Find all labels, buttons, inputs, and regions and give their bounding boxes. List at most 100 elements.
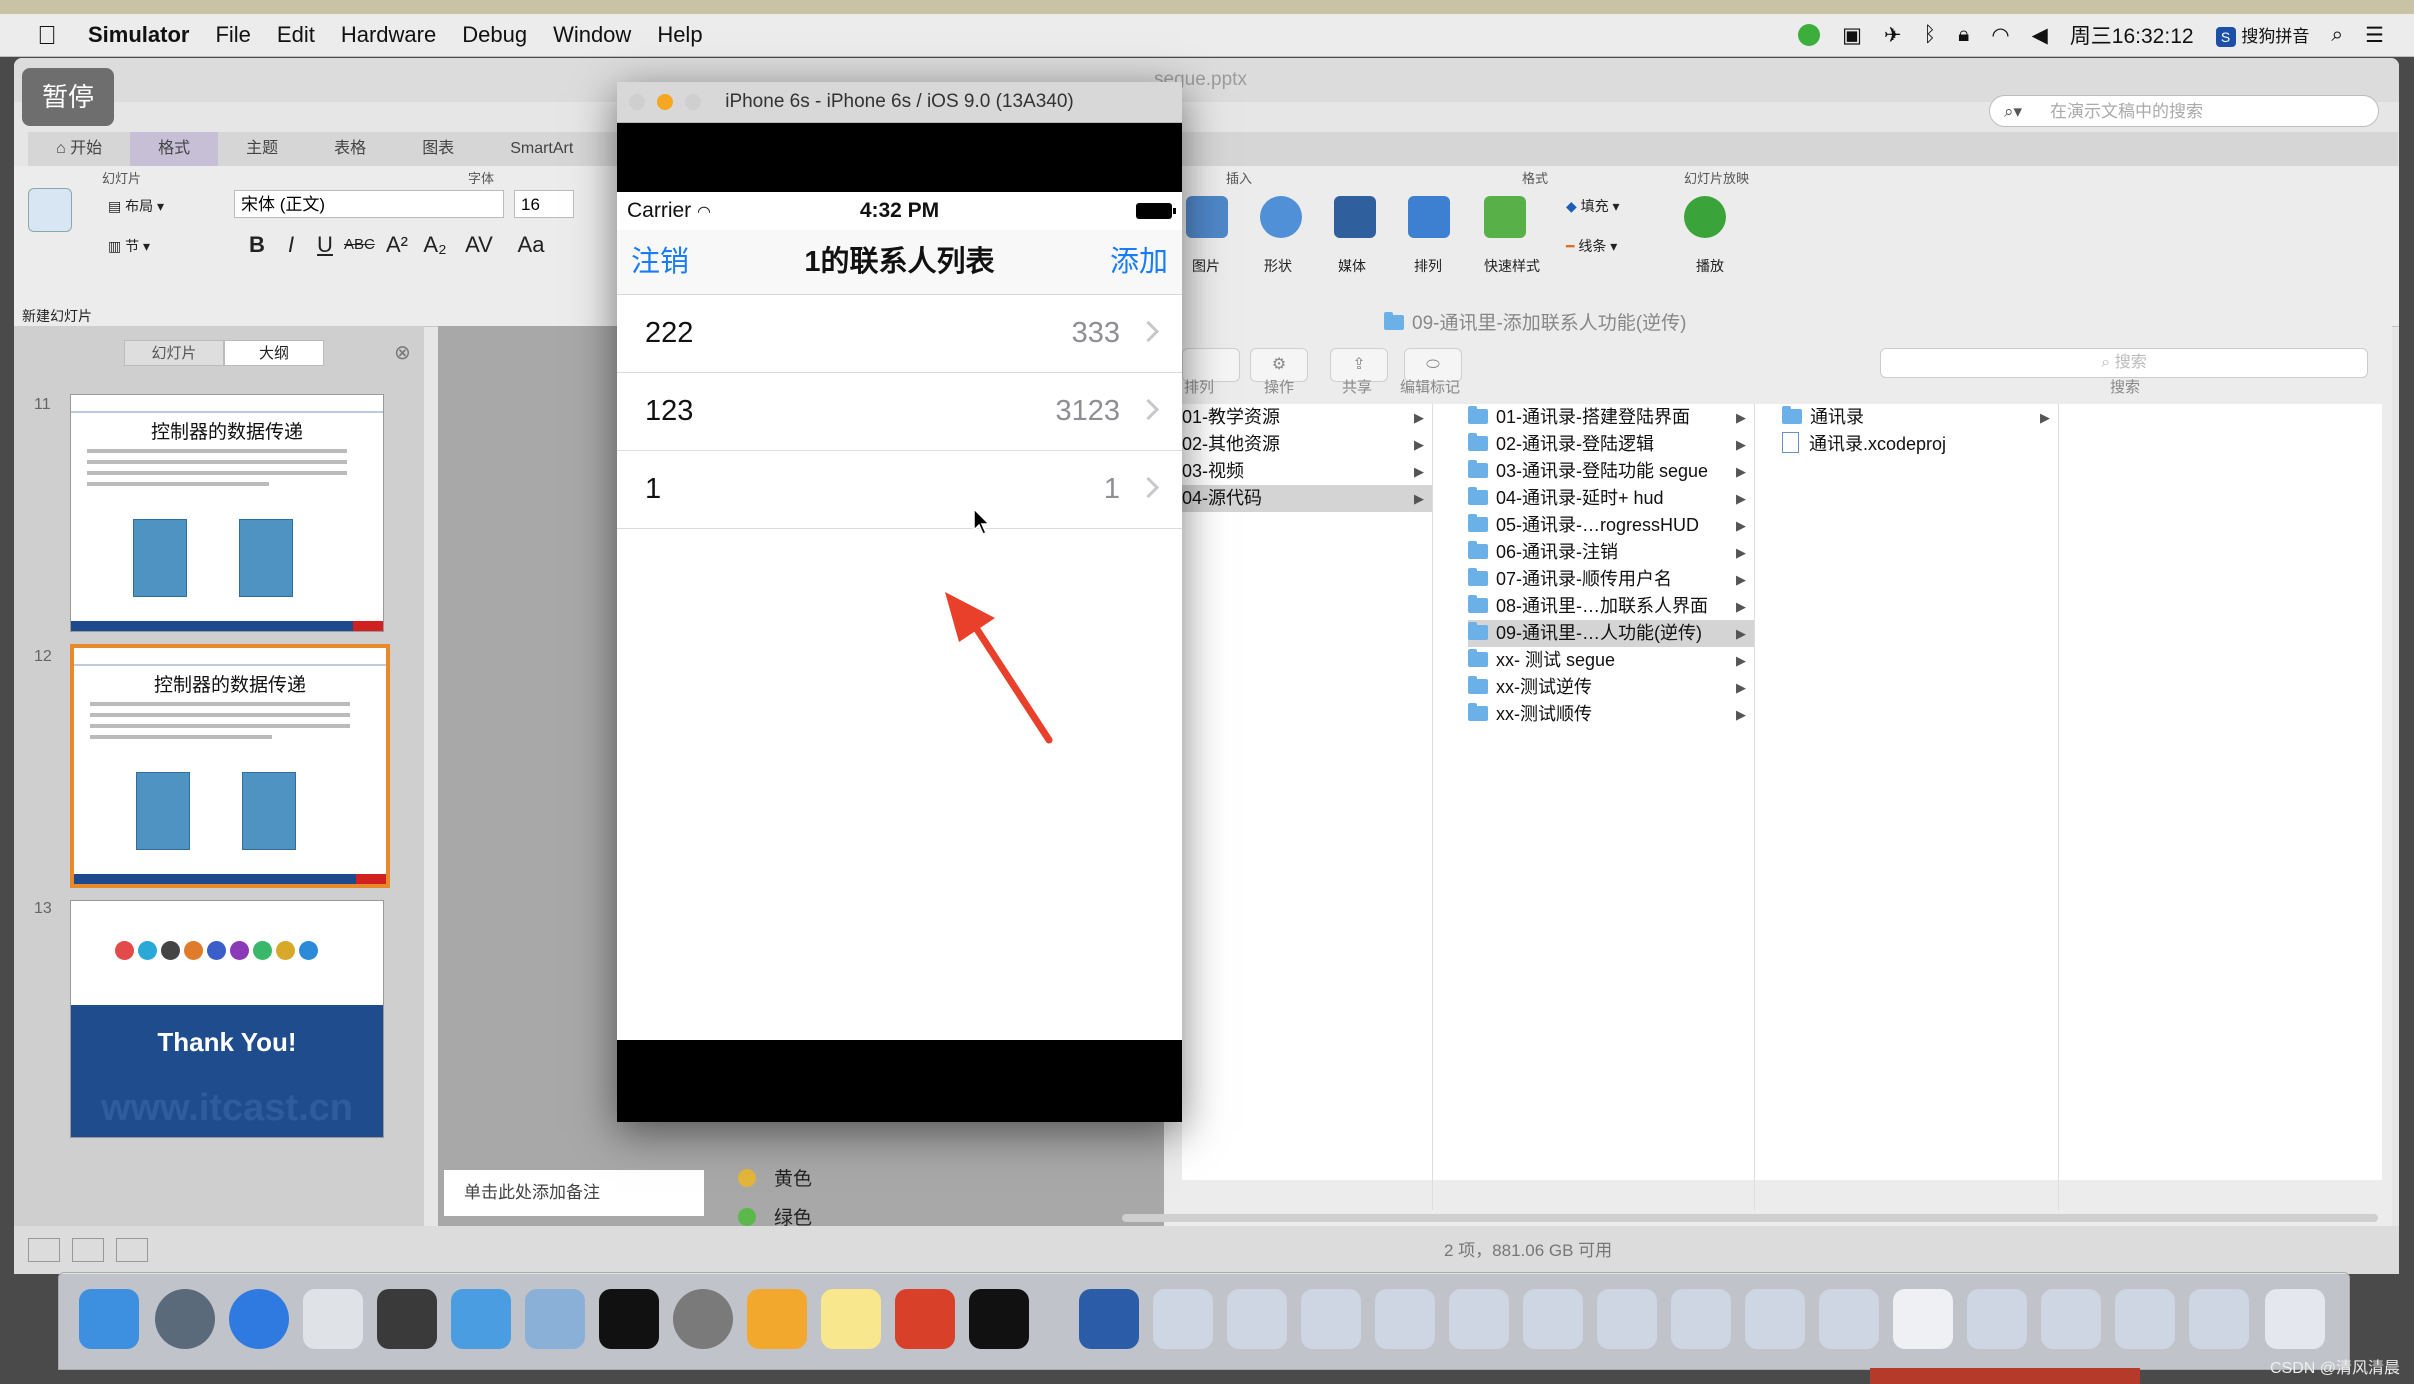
finder-row[interactable]: 通讯录 ▶ <box>1782 404 2058 431</box>
media-icon[interactable] <box>1334 196 1376 238</box>
window-thumbnail[interactable] <box>1745 1289 1805 1349</box>
strikethrough-icon[interactable]: ABC <box>344 230 375 260</box>
terminal-icon[interactable] <box>599 1289 659 1349</box>
launchpad-icon[interactable] <box>155 1289 215 1349</box>
finder-row[interactable]: 通讯录.xcodeproj <box>1782 431 2058 458</box>
window-thumbnail[interactable] <box>1301 1289 1361 1349</box>
apple-menu-icon[interactable]:  <box>24 20 70 51</box>
table-row[interactable]: 222 333 <box>617 295 1182 373</box>
console-icon[interactable] <box>969 1289 1029 1349</box>
menu-help[interactable]: Help <box>657 22 702 48</box>
quick-style-icon[interactable] <box>1484 196 1526 238</box>
finder-row-selected[interactable]: 09-通讯里-…人功能(逆传) ▶ <box>1468 620 1754 647</box>
window-thumbnail[interactable] <box>1449 1289 1509 1349</box>
picture-icon[interactable] <box>1186 196 1228 238</box>
finder-row[interactable]: 03-通讯录-登陆功能 segue ▶ <box>1468 458 1754 485</box>
view-slideshow-icon[interactable] <box>116 1238 148 1262</box>
menu-window[interactable]: Window <box>553 22 631 48</box>
tab-table[interactable]: 表格 <box>306 132 394 166</box>
finder-row[interactable]: xx-测试逆传 ▶ <box>1468 674 1754 701</box>
window-thumbnail[interactable] <box>2189 1289 2249 1349</box>
trash-icon[interactable] <box>2265 1289 2325 1349</box>
char-spacing-icon[interactable]: AV <box>464 230 494 260</box>
tab-home[interactable]: ⌂ 开始 <box>28 132 130 166</box>
tab-format[interactable]: 格式 <box>130 132 219 166</box>
finder-row[interactable]: 03-视频 ▶ <box>1182 458 1432 485</box>
menu-file[interactable]: File <box>215 22 250 48</box>
close-panel-icon[interactable]: ⊗ <box>394 340 411 365</box>
tab-theme[interactable]: 主题 <box>218 132 306 166</box>
horizontal-scrollbar[interactable] <box>1122 1214 2378 1222</box>
spotlight-icon[interactable]: ⌕ <box>2331 23 2343 47</box>
screen-record-icon[interactable]: ▣ <box>1842 23 1862 48</box>
input-method[interactable]: S 搜狗拼音 <box>2215 22 2309 48</box>
panel-tab-outline[interactable]: 大纲 <box>224 340 324 366</box>
notification-center-icon[interactable]: ☰ <box>2365 23 2384 48</box>
window-thumbnail[interactable] <box>1523 1289 1583 1349</box>
window-thumbnail[interactable] <box>1597 1289 1657 1349</box>
line-button[interactable]: ━ 线条 ▾ <box>1566 236 1617 256</box>
layout-button[interactable]: ▤ 布局 ▾ <box>108 196 164 216</box>
finder-row[interactable]: 01-教学资源 ▶ <box>1182 404 1432 431</box>
finder-row[interactable]: 08-通讯里-…加联系人界面 ▶ <box>1468 593 1754 620</box>
subscript-icon[interactable]: A₂ <box>420 230 450 260</box>
finder-row[interactable]: 07-通讯录-顺传用户名 ▶ <box>1468 566 1754 593</box>
sketch-icon[interactable] <box>747 1289 807 1349</box>
fill-button[interactable]: ◆ 填充 ▾ <box>1566 196 1620 216</box>
new-slide-icon[interactable] <box>28 188 72 232</box>
airplane-icon[interactable]: ✈ <box>1884 23 1902 48</box>
slide-thumbnail-selected[interactable]: 控制器的数据传递 <box>70 644 390 888</box>
menu-debug[interactable]: Debug <box>462 22 527 48</box>
window-thumbnail[interactable] <box>1893 1289 1953 1349</box>
finder-row[interactable]: xx- 测试 segue ▶ <box>1468 647 1754 674</box>
window-thumbnail[interactable] <box>1227 1289 1287 1349</box>
bold-icon[interactable]: B <box>242 230 272 260</box>
safari-icon[interactable] <box>229 1289 289 1349</box>
finder-row[interactable]: 02-其他资源 ▶ <box>1182 431 1432 458</box>
finder-row[interactable]: 04-通讯录-延时+ hud ▶ <box>1468 485 1754 512</box>
xcode-icon[interactable] <box>451 1289 511 1349</box>
menu-edit[interactable]: Edit <box>277 22 315 48</box>
window-thumbnail[interactable] <box>2041 1289 2101 1349</box>
powerpoint-icon[interactable] <box>895 1289 955 1349</box>
mouse-app-icon[interactable] <box>303 1289 363 1349</box>
finder-row[interactable]: 06-通讯录-注销 ▶ <box>1468 539 1754 566</box>
finder-row-selected[interactable]: 04-源代码 ▶ <box>1182 485 1432 512</box>
view-normal-icon[interactable] <box>28 1238 60 1262</box>
change-case-icon[interactable]: Aa <box>516 230 546 260</box>
slide-thumbnail[interactable]: 控制器的数据传递 <box>70 394 384 632</box>
finder-row[interactable]: 05-通讯录-…rogressHUD ▶ <box>1468 512 1754 539</box>
xcode-2-icon[interactable] <box>525 1289 585 1349</box>
volume-icon[interactable]: ◀ <box>2032 23 2048 48</box>
shape-icon[interactable] <box>1260 196 1302 238</box>
tab-chart[interactable]: 图表 <box>394 132 482 166</box>
notes-field[interactable]: 单击此处添加备注 <box>444 1170 704 1216</box>
view-sorter-icon[interactable] <box>72 1238 104 1262</box>
video-app-icon[interactable] <box>377 1289 437 1349</box>
window-thumbnail[interactable] <box>2115 1289 2175 1349</box>
finder-icon[interactable] <box>79 1289 139 1349</box>
italic-icon[interactable]: I <box>276 230 306 260</box>
section-button[interactable]: ▥ 节 ▾ <box>108 236 150 256</box>
menu-hardware[interactable]: Hardware <box>341 22 436 48</box>
finder-row[interactable]: 01-通讯录-搭建登陆界面 ▶ <box>1468 404 1754 431</box>
font-size-select[interactable]: 16 <box>514 190 574 218</box>
table-row[interactable]: 123 3123 <box>617 373 1182 451</box>
window-thumbnail[interactable] <box>1375 1289 1435 1349</box>
wifi-icon[interactable]: ◠ <box>1991 23 2009 48</box>
list-item[interactable]: 黄色 <box>704 1158 994 1197</box>
system-preferences-icon[interactable] <box>673 1289 733 1349</box>
ppt-search-input[interactable]: ⌕▾ 在演示文稿中的搜索 <box>1989 95 2379 127</box>
play-icon[interactable] <box>1684 196 1726 238</box>
window-thumbnail[interactable] <box>1819 1289 1879 1349</box>
quicktime-icon[interactable] <box>1079 1289 1139 1349</box>
bluetooth-icon[interactable]: ᛒ <box>1924 23 1937 47</box>
superscript-icon[interactable]: A² <box>382 230 412 260</box>
add-contact-button[interactable]: 添加 <box>1110 230 1168 294</box>
pause-button[interactable]: 暂停 <box>22 68 114 126</box>
menubar-clock[interactable]: 周三16:32:12 <box>2070 20 2194 50</box>
notes-icon[interactable] <box>821 1289 881 1349</box>
finder-row[interactable]: 02-通讯录-登陆逻辑 ▶ <box>1468 431 1754 458</box>
arrange-icon[interactable] <box>1408 196 1450 238</box>
slide-thumbnail[interactable]: Thank You! www.itcast.cn <box>70 900 384 1138</box>
